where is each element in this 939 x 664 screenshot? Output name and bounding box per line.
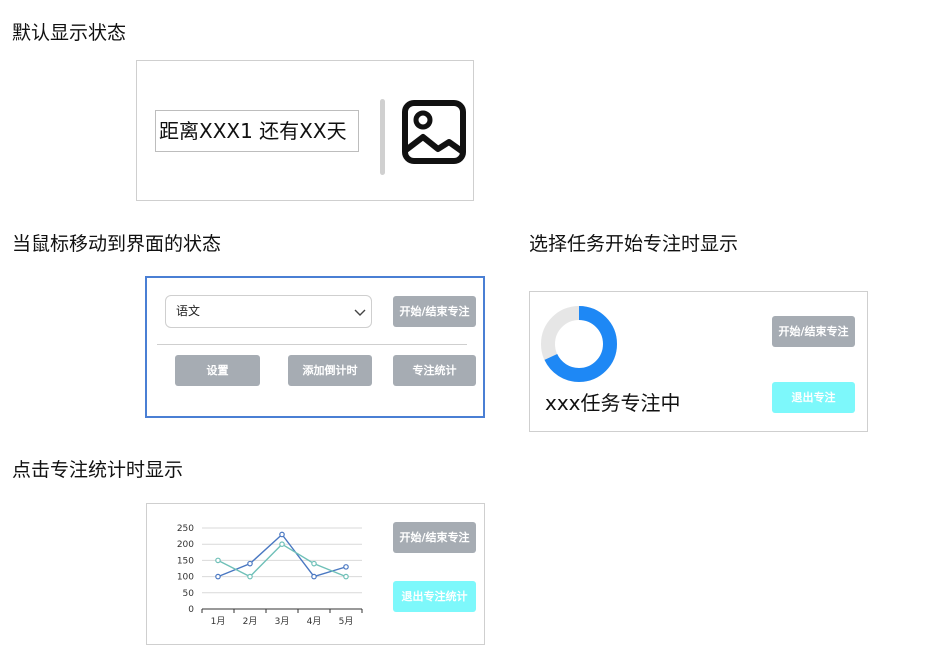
image-placeholder-icon[interactable]: [401, 99, 467, 165]
stats-state-widget: 0 50 100 150 200 250 1月 2月 3月 4月 5月 开始/结束专注 退出专注统计: [146, 503, 485, 645]
y-tick-label: 50: [183, 589, 195, 599]
subject-select-value: 语文: [176, 304, 201, 318]
series-1-point: [279, 531, 285, 538]
heading-focus-state: 选择任务开始专注时显示: [529, 233, 739, 255]
add-countdown-button[interactable]: 添加倒计时: [288, 355, 372, 386]
heading-stats-state: 点击专注统计时显示: [12, 459, 184, 481]
x-tick-label: 5月: [339, 616, 354, 627]
start-end-focus-button[interactable]: 开始/结束专注: [772, 316, 855, 347]
series-2-point: [279, 541, 285, 548]
subject-select[interactable]: 语文: [165, 295, 372, 328]
exit-focus-button[interactable]: 退出专注: [772, 382, 855, 413]
y-tick-label: 0: [188, 605, 194, 615]
start-end-focus-button[interactable]: 开始/结束专注: [393, 296, 476, 327]
chevron-down-icon: [354, 309, 366, 316]
series-2-point: [215, 557, 221, 564]
focus-stats-line-chart: 0 50 100 150 200 250 1月 2月 3月 4月 5月: [177, 524, 363, 627]
y-tick-label: 100: [177, 573, 194, 583]
x-tick-label: 2月: [243, 616, 258, 627]
start-end-focus-button[interactable]: 开始/结束专注: [393, 522, 476, 553]
y-tick-label: 150: [177, 556, 194, 566]
heading-default-state: 默认显示状态: [12, 22, 127, 44]
exit-stats-button[interactable]: 退出专注统计: [393, 581, 476, 612]
focus-stats-button[interactable]: 专注统计: [393, 355, 476, 386]
series-2-point: [343, 573, 349, 580]
countdown-text: 距离XXX1 还有XX天: [155, 110, 359, 152]
heading-hover-state: 当鼠标移动到界面的状态: [12, 233, 222, 255]
focus-progress-ring: [541, 306, 617, 382]
series-1-point: [311, 573, 317, 580]
y-tick-label: 250: [177, 524, 194, 534]
settings-button[interactable]: 设置: [175, 355, 260, 386]
focus-status-text: xxx任务专注中: [545, 391, 681, 415]
y-tick-label: 200: [177, 540, 194, 550]
x-tick-label: 3月: [275, 616, 290, 627]
series-1-point: [247, 560, 253, 567]
series-2-point: [247, 573, 253, 580]
x-tick-label: 1月: [211, 616, 226, 627]
x-tick-label: 4月: [307, 616, 322, 627]
focus-state-widget: xxx任务专注中 开始/结束专注 退出专注: [529, 291, 868, 432]
series-2-point: [311, 560, 317, 567]
divider-line: [157, 344, 467, 345]
default-state-widget: 距离XXX1 还有XX天: [136, 60, 474, 201]
hover-state-widget: 语文 开始/结束专注 设置 添加倒计时 专注统计: [145, 276, 485, 418]
series-1-point: [343, 564, 349, 570]
series-1-point: [215, 573, 221, 580]
divider-bar[interactable]: [380, 99, 385, 175]
